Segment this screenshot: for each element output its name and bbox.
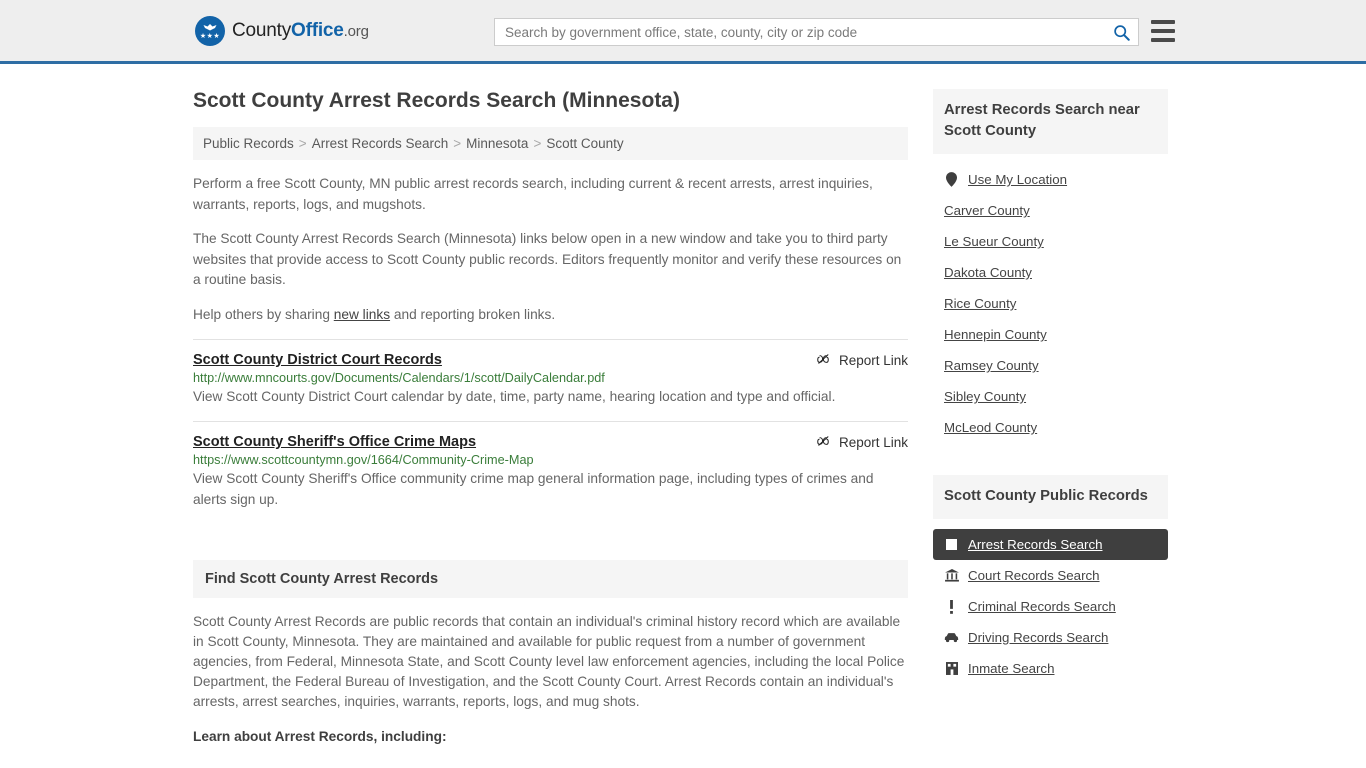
broken-link-icon (817, 436, 829, 446)
report-link-label: Report Link (838, 353, 908, 368)
sidebar-item-label: Court Records Search (968, 568, 1100, 583)
sidebar-item-label: Le Sueur County (944, 234, 1044, 249)
find-records-body: Scott County Arrest Records are public r… (193, 614, 905, 709)
site-logo[interactable]: ★★★ CountyOffice.org (195, 15, 369, 46)
search-input[interactable] (495, 19, 1104, 45)
sidebar-item-label: Sibley County (944, 389, 1027, 404)
breadcrumb: Public Records > Arrest Records Search > Min… (193, 127, 908, 160)
result-url[interactable]: https://www.scottcountymn.gov/1664/Commu… (193, 453, 908, 467)
sidebar-item-driving-records-search[interactable]: Driving Records Search (933, 622, 1168, 653)
sidebar-item-label: Arrest Records Search (968, 537, 1103, 552)
nearby-panel-list: Use My Location Carver County Le Sueur C… (933, 154, 1168, 443)
courthouse-icon (944, 569, 959, 582)
sidebar-item-carver-county[interactable]: Carver County (933, 195, 1168, 226)
nearby-panel-heading: Arrest Records Search near Scott County (933, 89, 1168, 154)
intro-paragraph-3: Help others by sharing new links and rep… (193, 305, 908, 326)
sidebar-item-hennepin-county[interactable]: Hennepin County (933, 319, 1168, 350)
eagle-seal-icon: ★★★ (195, 15, 225, 46)
sidebar-item-inmate-search[interactable]: Inmate Search (933, 653, 1168, 684)
public-records-panel-list: Arrest Records Search Court Records Sear… (933, 519, 1168, 684)
result-header: Scott County Sheriff's Office Crime Maps… (193, 434, 908, 450)
result-title-link[interactable]: Scott County Sheriff's Office Crime Maps (193, 434, 476, 450)
breadcrumb-separator: > (298, 136, 307, 151)
nearby-panel: Arrest Records Search near Scott County … (933, 89, 1168, 443)
exclamation-icon (944, 599, 959, 614)
sidebar-item-mcleod-county[interactable]: McLeod County (933, 412, 1168, 443)
result-item: Scott County Sheriff's Office Crime Maps… (193, 421, 908, 524)
sidebar-item-le-sueur-county[interactable]: Le Sueur County (933, 226, 1168, 257)
result-description: View Scott County Sheriff's Office commu… (193, 471, 874, 507)
hamburger-menu-icon[interactable] (1151, 20, 1175, 42)
breadcrumb-separator: > (453, 136, 462, 151)
public-records-panel-heading: Scott County Public Records (933, 475, 1168, 519)
breadcrumb-item-arrest-records-search[interactable]: Arrest Records Search (312, 136, 449, 151)
sidebar-item-arrest-records-search[interactable]: Arrest Records Search (933, 529, 1168, 560)
stars-icon: ★★★ (199, 32, 221, 40)
site-header: ★★★ CountyOffice.org (0, 0, 1366, 64)
result-url[interactable]: http://www.mncourts.gov/Documents/Calend… (193, 371, 908, 385)
sidebar-item-label: Carver County (944, 203, 1030, 218)
map-pin-icon (944, 172, 959, 187)
page-title: Scott County Arrest Records Search (Minn… (193, 89, 680, 112)
sidebar-item-label: Criminal Records Search (968, 599, 1116, 614)
sidebar-item-dakota-county[interactable]: Dakota County (933, 257, 1168, 288)
intro-paragraph-2: The Scott County Arrest Records Search (… (193, 231, 902, 287)
result-title-link[interactable]: Scott County District Court Records (193, 352, 442, 368)
hamburger-bar (1151, 29, 1175, 33)
sidebar-item-ramsey-county[interactable]: Ramsey County (933, 350, 1168, 381)
report-link-button[interactable]: Report Link (817, 434, 908, 450)
breadcrumb-item-scott-county[interactable]: Scott County (546, 136, 623, 151)
sidebar: Arrest Records Search near Scott County … (933, 64, 1168, 744)
car-icon (944, 632, 959, 643)
hamburger-bar (1151, 20, 1175, 24)
sidebar-item-label: Dakota County (944, 265, 1032, 280)
sidebar-item-sibley-county[interactable]: Sibley County (933, 381, 1168, 412)
share-text-after: and reporting broken links. (390, 306, 556, 322)
broken-link-icon (817, 354, 829, 364)
sidebar-item-label: McLeod County (944, 420, 1038, 435)
logo-text-tld: .org (343, 22, 369, 40)
hamburger-bar (1151, 38, 1175, 42)
sidebar-item-label: Inmate Search (968, 661, 1055, 676)
sidebar-item-label: Hennepin County (944, 327, 1047, 342)
sidebar-item-rice-county[interactable]: Rice County (933, 288, 1168, 319)
result-header: Scott County District Court Records Repo… (193, 352, 908, 368)
search-icon (1113, 24, 1130, 41)
report-link-button[interactable]: Report Link (817, 352, 908, 368)
main-content: Scott County Arrest Records Search (Minn… (193, 64, 908, 744)
breadcrumb-item-public-records[interactable]: Public Records (203, 136, 294, 151)
sidebar-item-use-my-location[interactable]: Use My Location (933, 164, 1168, 195)
building-icon (944, 662, 959, 675)
new-links-link[interactable]: new links (334, 307, 390, 322)
report-link-label: Report Link (838, 435, 908, 450)
page-body: Scott County Arrest Records Search (Minn… (0, 64, 1366, 744)
breadcrumb-separator: > (533, 136, 542, 151)
white-square-icon (944, 539, 959, 550)
result-item: Scott County District Court Records Repo… (193, 339, 908, 421)
logo-text-county: County (232, 19, 292, 41)
sidebar-item-court-records-search[interactable]: Court Records Search (933, 560, 1168, 591)
breadcrumb-item-minnesota[interactable]: Minnesota (466, 136, 528, 151)
find-records-heading: Find Scott County Arrest Records (193, 560, 908, 598)
sidebar-item-label: Ramsey County (944, 358, 1039, 373)
sidebar-item-label: Use My Location (968, 172, 1068, 187)
share-text-before: Help others by sharing (193, 306, 334, 322)
learn-about-heading: Learn about Arrest Records, including: (193, 729, 447, 744)
sidebar-item-label: Rice County (944, 296, 1017, 311)
sidebar-item-label: Driving Records Search (968, 630, 1109, 645)
search-button[interactable] (1104, 19, 1138, 45)
logo-text: CountyOffice.org (232, 20, 369, 42)
logo-text-office: Office (291, 19, 344, 41)
intro-paragraph-1: Perform a free Scott County, MN public a… (193, 176, 873, 212)
sidebar-item-criminal-records-search[interactable]: Criminal Records Search (933, 591, 1168, 622)
search-bar[interactable] (494, 18, 1139, 46)
public-records-panel: Scott County Public Records Arrest Recor… (933, 475, 1168, 684)
result-description: View Scott County District Court calenda… (193, 389, 836, 404)
